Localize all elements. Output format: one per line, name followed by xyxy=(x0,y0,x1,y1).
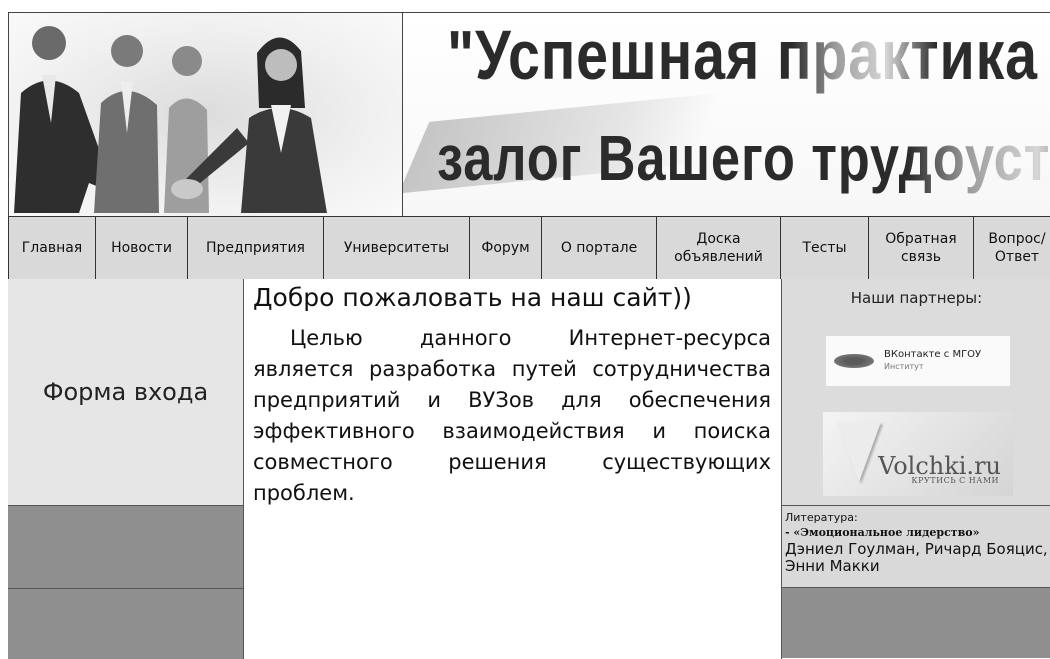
vk-banner-text: ВКонтакте с МГОУ Институт xyxy=(884,349,981,373)
nav-item-universities[interactable]: Университеты xyxy=(324,217,470,279)
site-title-line2: залог Вашего трудоустройства" xyxy=(437,121,1050,195)
intro-paragraph: Целью данного Интернет-ресурса является … xyxy=(253,326,771,505)
left-sidebar: Форма входа xyxy=(8,279,244,659)
nav-item-news[interactable]: Новости xyxy=(96,217,188,279)
gem-icon xyxy=(837,422,881,482)
nav-item-home[interactable]: Главная xyxy=(8,217,96,279)
literature-book-title[interactable]: - «Эмоциональное лидерство» xyxy=(785,525,1048,541)
nav-item-enterprises[interactable]: Предприятия xyxy=(188,217,324,279)
vk-logo-icon xyxy=(834,354,874,368)
login-form-label: Форма входа xyxy=(42,378,209,406)
header-title-banner: "Успешная практика - залог Вашего трудоу… xyxy=(403,13,1050,216)
nav-item-about[interactable]: О портале xyxy=(542,217,657,279)
welcome-heading: Добро пожаловать на наш сайт)) xyxy=(253,283,692,312)
volchki-banner-slogan: КРУТИСЬ С НАМИ xyxy=(911,476,999,485)
main-content: Добро пожаловать на наш сайт)) Целью дан… xyxy=(244,279,781,659)
vk-banner-title: ВКонтакте с МГОУ xyxy=(884,349,982,360)
volchki-partner-banner[interactable]: Volchki.ru КРУТИСЬ С НАМИ xyxy=(823,412,1013,496)
literature-label: Литература: xyxy=(785,511,858,524)
business-handshake-image xyxy=(14,26,327,213)
partners-title: Наши партнеры: xyxy=(850,289,983,307)
sidebar-block xyxy=(782,588,1050,658)
nav-item-tests[interactable]: Тесты xyxy=(781,217,869,279)
site-title-line1: "Успешная практика - xyxy=(447,15,1050,95)
site-header: "Успешная практика - залог Вашего трудоу… xyxy=(8,12,1050,216)
sidebar-block xyxy=(8,506,243,589)
nav-item-faq[interactable]: Вопрос/ Ответ xyxy=(974,217,1050,279)
header-business-people-photo xyxy=(9,13,403,216)
vk-partner-banner[interactable]: ВКонтакте с МГОУ Институт xyxy=(826,336,1010,386)
nav-item-bulletin-board[interactable]: Доска объявлений xyxy=(657,217,781,279)
vk-banner-subtitle: Институт xyxy=(884,362,924,371)
partners-block: Наши партнеры: ВКонтакте с МГОУ Институт… xyxy=(782,279,1050,506)
sidebar-block xyxy=(8,589,243,659)
right-sidebar: Наши партнеры: ВКонтакте с МГОУ Институт… xyxy=(781,279,1050,659)
literature-authors: Дэниел Гоулман, Ричард Бояцис, Энни Макк… xyxy=(785,540,1048,575)
login-form-box[interactable]: Форма входа xyxy=(8,279,243,506)
main-navigation: Главная Новости Предприятия Университеты… xyxy=(8,216,1050,280)
literature-block: Литература: - «Эмоциональное лидерство» … xyxy=(782,506,1050,588)
nav-item-forum[interactable]: Форум xyxy=(470,217,542,279)
nav-item-feedback[interactable]: Обратная связь xyxy=(869,217,974,279)
